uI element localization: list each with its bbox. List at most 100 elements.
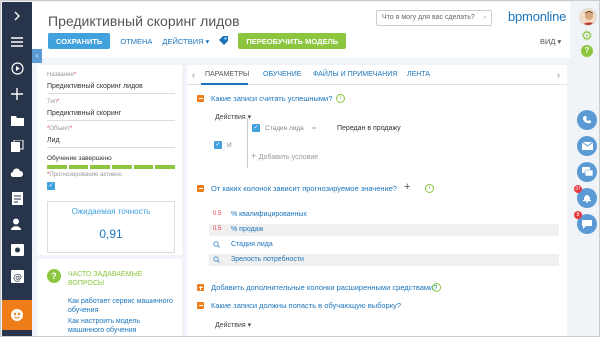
- condition-operator[interactable]: =: [312, 125, 316, 132]
- envelope-icon: [581, 142, 593, 150]
- email-button[interactable]: [577, 136, 597, 156]
- toolbar: СОХРАНИТЬ ОТМЕНА ДЕЙСТВИЯ ▾ ПЕРЕОБУЧИТЬ …: [48, 33, 347, 49]
- faq-title: ЧАСТО ЗАДАВАЕМЫЕ ВОПРОСЫ: [68, 271, 143, 287]
- training-section-title[interactable]: Какие записи должны попасть в обучающую …: [211, 301, 401, 310]
- avatar[interactable]: [579, 8, 597, 26]
- tab-feed[interactable]: ЛЕНТА: [407, 71, 430, 78]
- collapse-section-icon[interactable]: [197, 95, 204, 102]
- collapse-nav-icon[interactable]: [2, 4, 32, 28]
- bell-icon: [583, 195, 591, 203]
- main-panel: ‹ ПАРАМЕТРЫ ОБУЧЕНИЕ ФАЙЛЫ И ПРИМЕЧАНИЯ …: [187, 65, 567, 336]
- email-at-icon[interactable]: @: [2, 264, 32, 288]
- faq-link[interactable]: Как настроить модель машинного обучения: [68, 317, 173, 335]
- gear-icon[interactable]: ⚙: [581, 29, 595, 43]
- phone-button[interactable]: [577, 110, 597, 130]
- accuracy-widget: Ожидаемая точность 0,91: [47, 201, 175, 253]
- divider: [47, 93, 175, 94]
- menu-icon[interactable]: [2, 30, 32, 54]
- feed-button[interactable]: 37: [574, 185, 597, 208]
- ml-models-icon[interactable]: [2, 300, 32, 330]
- group-checkbox[interactable]: ✓: [214, 141, 222, 149]
- condition-field[interactable]: Стадия лида: [265, 125, 304, 132]
- cloud-icon[interactable]: [2, 160, 32, 184]
- plus-icon: +: [251, 151, 259, 161]
- page-title: Предиктивный скоринг лидов: [48, 13, 240, 29]
- save-button[interactable]: СОХРАНИТЬ: [48, 33, 111, 49]
- success-actions-button[interactable]: Действия ▾: [215, 113, 251, 121]
- lookup-search-icon: [213, 256, 220, 265]
- training-status-label: Обучение завершено: [47, 155, 112, 162]
- add-column-icon[interactable]: +: [404, 181, 410, 193]
- info-icon[interactable]: i: [336, 94, 345, 103]
- chevron-right-icon: ›: [483, 14, 486, 21]
- record-fields-panel: Название* Предиктивный скоринг лидов Тип…: [37, 65, 182, 255]
- right-rail: ⚙ ? 37 8: [570, 2, 599, 336]
- accuracy-title: Ожидаемая точность: [71, 207, 151, 216]
- logo: bpmonline: [508, 9, 567, 24]
- training-progress-bar: [47, 165, 176, 169]
- name-field[interactable]: Предиктивный скоринг лидов: [47, 83, 143, 90]
- condition-value[interactable]: Передан в продажу: [337, 125, 401, 132]
- phone-icon: [583, 116, 591, 124]
- name-label: Название*: [47, 72, 77, 78]
- forecast-label: *Прогнозирование активно: [47, 172, 122, 178]
- collapse-section-icon[interactable]: [197, 185, 204, 192]
- list-item[interactable]: Зрелость потребности: [209, 254, 559, 266]
- type-field[interactable]: Предиктивный скоринг: [47, 110, 121, 117]
- cancel-button[interactable]: ОТМЕНА: [120, 37, 152, 46]
- type-label: Тип*: [47, 99, 60, 105]
- collapse-panel-icon[interactable]: ‹: [32, 49, 42, 63]
- view-button[interactable]: ВИД ▾: [540, 37, 561, 46]
- page-header: Предиктивный скоринг лидов Что я могу дл…: [32, 2, 570, 58]
- columns-section-title[interactable]: От каких колонок зависит прогнозируемое …: [211, 184, 397, 193]
- tab-files-notes[interactable]: ФАЙЛЫ И ПРИМЕЧАНИЯ: [313, 71, 397, 78]
- column-name: Зрелость потребности: [231, 256, 304, 263]
- list-item[interactable]: Стадия лида: [209, 239, 559, 251]
- advanced-section-title[interactable]: Добавить дополнительные колонки расширен…: [211, 283, 437, 292]
- success-section-title[interactable]: Какие записи считать успешными?: [211, 94, 332, 103]
- lookup-search-icon: [213, 241, 220, 250]
- collapse-section-icon[interactable]: [197, 302, 204, 309]
- info-icon[interactable]: i: [432, 283, 441, 292]
- folder-icon[interactable]: [2, 108, 32, 132]
- messages-button[interactable]: 8: [574, 211, 597, 234]
- add-condition-link[interactable]: + Добавить условие: [251, 151, 318, 161]
- tab-parameters[interactable]: ПАРАМЕТРЫ: [205, 71, 249, 78]
- actions-button[interactable]: ДЕЙСТВИЯ ▾: [162, 37, 209, 46]
- divider: [47, 120, 175, 121]
- faq-link[interactable]: Как работает сервис машинного обучения: [68, 297, 173, 315]
- column-name: % квалифицированных: [231, 211, 307, 218]
- help-search-input[interactable]: Что я могу для вас сделать? ›: [376, 10, 492, 26]
- divider: [47, 147, 175, 148]
- forecast-checkbox[interactable]: ✓: [47, 182, 55, 190]
- object-field[interactable]: Лид: [47, 137, 60, 144]
- list-item[interactable]: 0.5 % квалифицированных: [209, 209, 559, 221]
- tabs-prev-icon[interactable]: ‹: [192, 70, 195, 80]
- training-actions-button[interactable]: Действия ▾: [215, 321, 251, 329]
- process-play-icon[interactable]: [2, 56, 32, 80]
- accuracy-value: 0,91: [99, 227, 123, 241]
- contacts-icon[interactable]: [2, 212, 32, 236]
- tabs-next-icon[interactable]: ›: [557, 70, 560, 80]
- logic-operator[interactable]: И: [227, 142, 232, 149]
- tab-training[interactable]: ОБУЧЕНИЕ: [263, 71, 301, 78]
- retrain-model-button[interactable]: ПЕРЕОБУЧИТЬ МОДЕЛЬ: [238, 33, 347, 49]
- report-icon[interactable]: [2, 186, 32, 210]
- object-label: *Объект*: [47, 126, 73, 132]
- expand-section-icon[interactable]: [197, 284, 204, 291]
- add-icon[interactable]: [2, 82, 32, 106]
- help-icon[interactable]: ?: [581, 45, 593, 57]
- documents-icon[interactable]: [2, 134, 32, 158]
- svg-text:@: @: [13, 273, 22, 283]
- tab-bar: ‹ ПАРАМЕТРЫ ОБУЧЕНИЕ ФАЙЛЫ И ПРИМЕЧАНИЯ …: [187, 65, 567, 85]
- tag-icon[interactable]: [219, 35, 229, 47]
- left-sidebar: @: [2, 2, 32, 336]
- accounts-icon[interactable]: [2, 238, 32, 262]
- app-window: @ Предиктивный скоринг лидов Что я могу …: [0, 0, 600, 337]
- info-icon[interactable]: i: [425, 184, 434, 193]
- list-item[interactable]: 0.5 % продаж: [209, 224, 559, 236]
- chat-icon: [581, 167, 593, 177]
- chat-button[interactable]: [577, 162, 597, 182]
- condition-checkbox[interactable]: ✓: [252, 124, 260, 132]
- column-name: % продаж: [231, 226, 264, 233]
